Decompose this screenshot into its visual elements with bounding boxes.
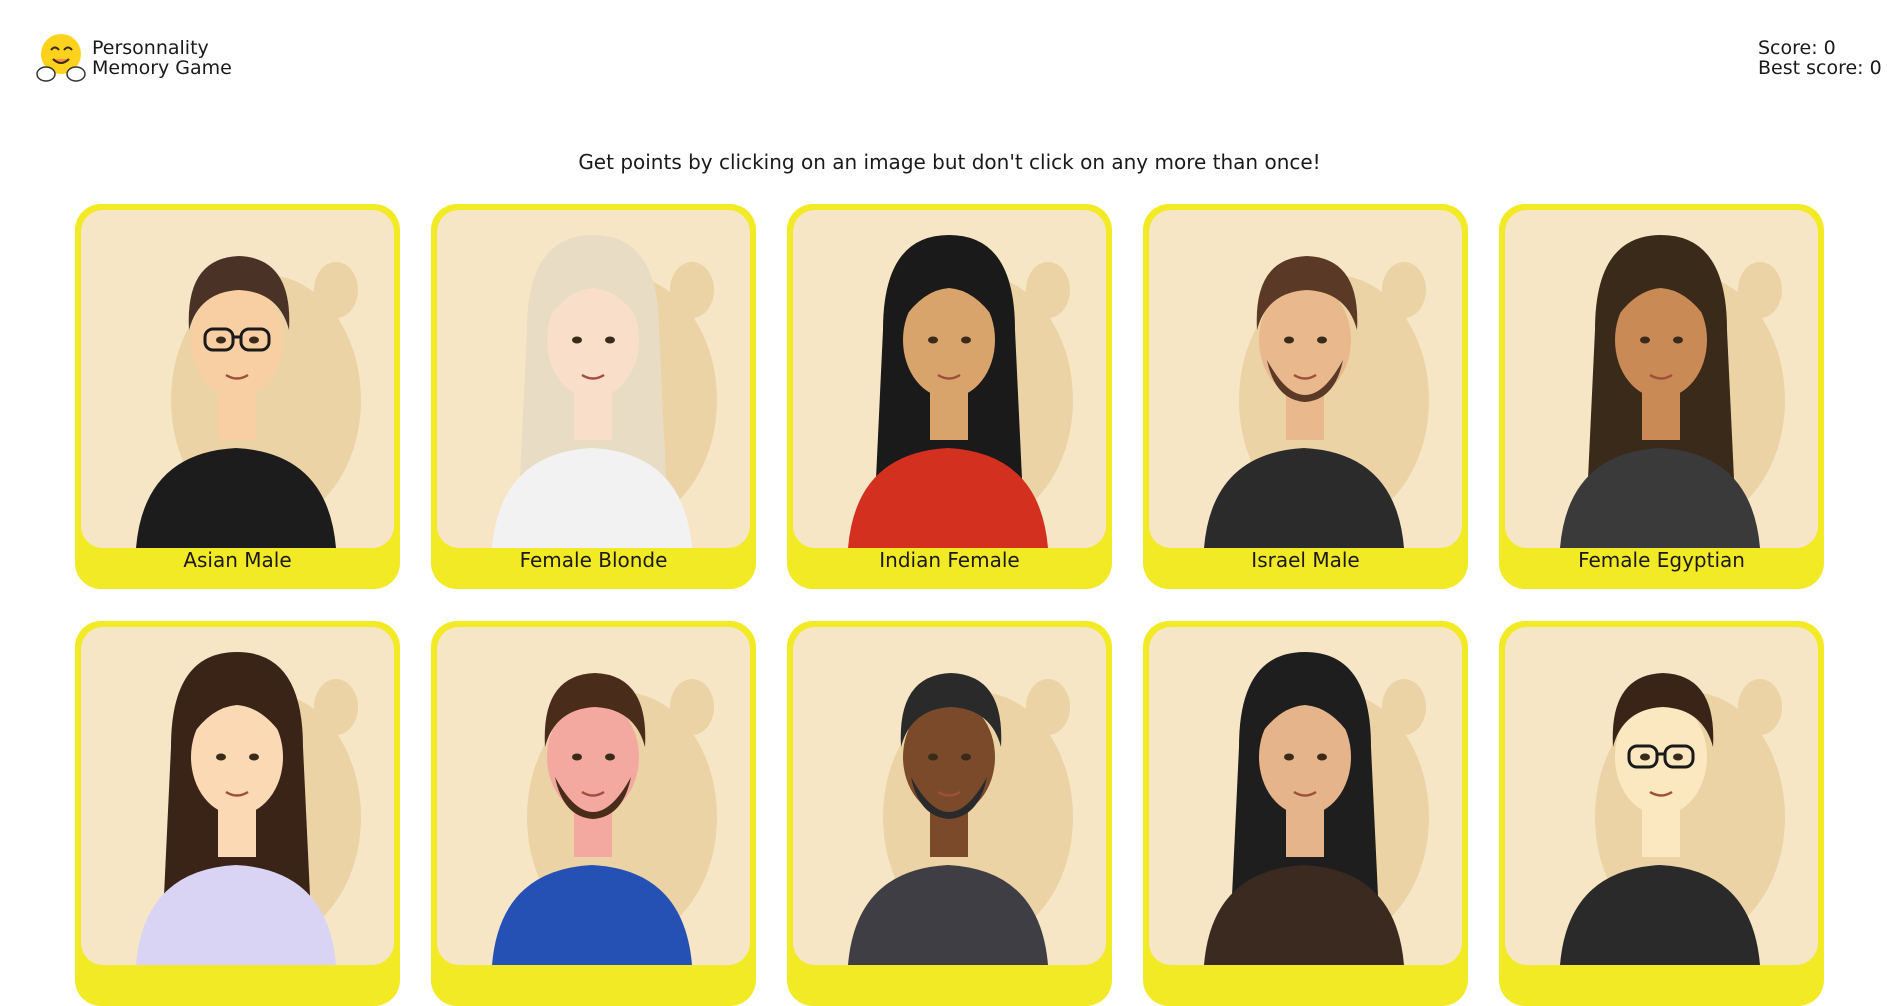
character-portrait [81,627,394,965]
character-portrait [1149,210,1462,548]
avatar-illustration [848,673,1073,965]
hugging-face-emoji-icon [36,34,86,82]
character-card[interactable]: Israel Male [1143,204,1468,589]
character-portrait [1505,627,1818,965]
avatar-illustration [1204,256,1429,548]
character-card[interactable] [1143,621,1468,1006]
character-name: Female Blonde [519,548,668,572]
character-card[interactable] [1499,621,1824,1006]
game-instructions: Get points by clicking on an image but d… [578,150,1321,174]
character-name: Female Egyptian [1578,548,1745,572]
character-portrait [793,627,1106,965]
avatar-illustration [1560,673,1785,965]
score-display: Score: 0 [1758,37,1836,59]
character-portrait [437,627,750,965]
character-card[interactable] [431,621,756,1006]
character-card[interactable]: Asian Male [75,204,400,589]
character-portrait [81,210,394,548]
avatar-illustration [136,256,361,548]
avatar-illustration [492,235,717,548]
character-name: Asian Male [183,548,292,572]
character-portrait [1149,627,1462,965]
avatar-illustration [1560,235,1785,548]
character-card[interactable]: Indian Female [787,204,1112,589]
avatar-illustration [136,652,361,965]
avatar-illustration [492,673,717,965]
character-portrait [793,210,1106,548]
best-score-display: Best score: 0 [1758,57,1882,79]
score-panel: Score: 0 Best score: 0 [1758,38,1882,78]
app-header: Personnality Memory Game Score: 0 Best s… [0,0,1899,110]
avatar-illustration [848,235,1073,548]
character-name: Israel Male [1251,548,1360,572]
brand: Personnality Memory Game [36,32,232,84]
app-title-line1: Personnality [92,37,209,59]
character-card[interactable] [75,621,400,1006]
app-title-line2: Memory Game [92,57,232,79]
app-title: Personnality Memory Game [92,38,232,78]
card-grid: Asian Male Female Blonde Indian Female Isra… [75,204,1826,1006]
avatar-illustration [1204,652,1429,965]
character-name: Indian Female [879,548,1020,572]
character-card[interactable]: Female Egyptian [1499,204,1824,589]
character-card[interactable] [787,621,1112,1006]
character-portrait [437,210,750,548]
character-portrait [1505,210,1818,548]
character-card[interactable]: Female Blonde [431,204,756,589]
